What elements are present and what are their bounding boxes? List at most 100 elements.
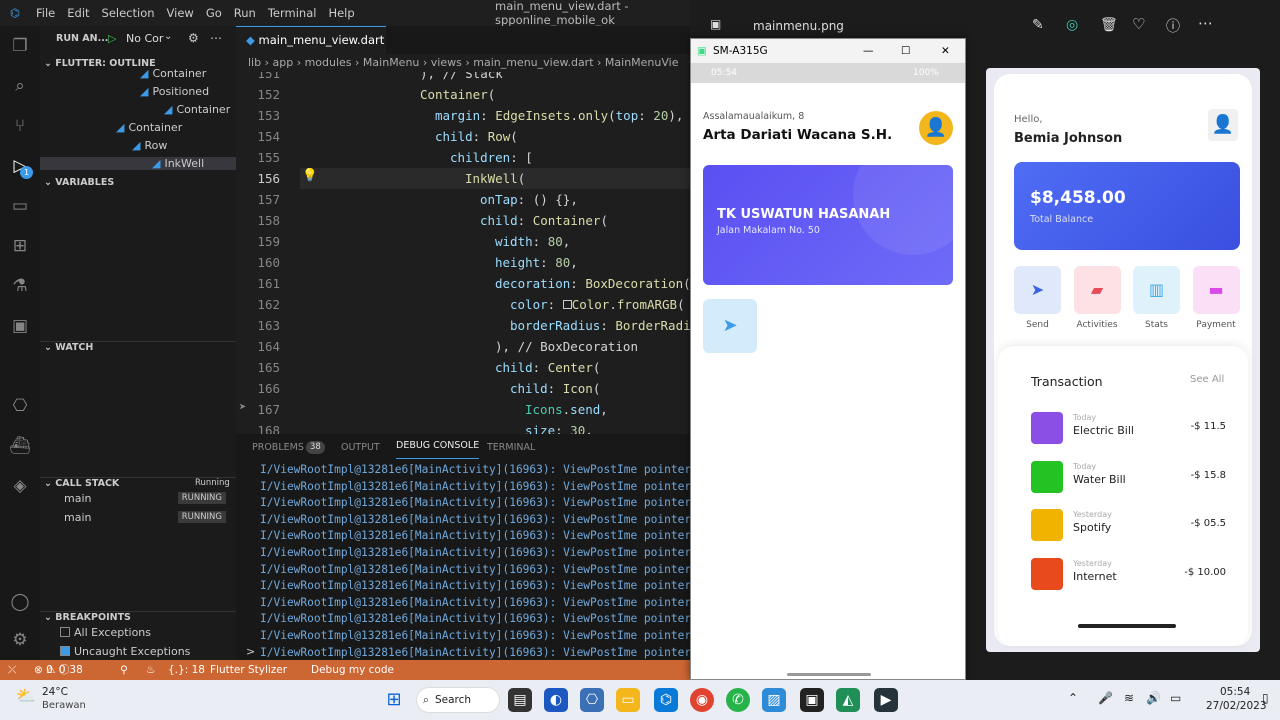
remote-app-icon[interactable]: ⎔ xyxy=(580,688,604,712)
debug-my-code-status[interactable]: Debug my code xyxy=(311,660,394,680)
code-line: child: Icon( xyxy=(510,381,601,396)
android-studio-icon[interactable]: ◭ xyxy=(836,688,860,712)
api-icon[interactable]: ⎔ xyxy=(8,394,32,418)
testing-icon[interactable]: ⚗ xyxy=(8,274,32,298)
task-view-icon[interactable]: ▤ xyxy=(508,688,532,712)
app-school-card[interactable]: TK USWATUN HASANAH Jalan Makalam No. 50 xyxy=(703,165,953,285)
delete-icon[interactable]: 🗑 xyxy=(1100,17,1118,33)
breakpoint-item[interactable]: Uncaught Exceptions xyxy=(60,645,190,658)
enhance-icon[interactable]: ◎ xyxy=(1066,17,1078,33)
menu-item[interactable]: File xyxy=(36,6,55,20)
menu-item[interactable]: Terminal xyxy=(268,6,317,20)
favorite-icon[interactable]: ♡ xyxy=(1132,15,1145,33)
outline-item[interactable]: ◢ InkWell xyxy=(40,157,236,170)
breadcrumb[interactable]: lib › app › modules › MainMenu › views ›… xyxy=(236,54,690,72)
app-avatar[interactable]: 👤 xyxy=(919,111,953,145)
terminal-taskbar-icon[interactable]: ▣ xyxy=(800,688,824,712)
chrome-icon[interactable]: ◉ xyxy=(690,688,714,712)
start-debug-icon[interactable]: ▷ xyxy=(108,32,116,45)
info-icon[interactable]: ⓘ xyxy=(1166,16,1180,36)
explorer-icon[interactable]: ❐ xyxy=(8,34,32,58)
lightbulb-icon[interactable]: 💡 xyxy=(302,167,318,183)
search-icon[interactable]: ⌕ xyxy=(8,74,32,98)
menu-item[interactable]: Selection xyxy=(102,6,155,20)
tab-output[interactable]: OUTPUT xyxy=(341,434,380,462)
outline-item[interactable]: ◢ Row xyxy=(132,139,236,152)
python-icon[interactable]: ◈ xyxy=(8,474,32,498)
more-icon[interactable]: ⋯ xyxy=(210,31,222,45)
weather-icon[interactable]: ⛅ xyxy=(16,686,36,705)
gear-icon[interactable]: ⚙ xyxy=(188,31,199,45)
start-icon[interactable]: ⊞ xyxy=(382,688,406,712)
tab-terminal[interactable]: TERMINAL xyxy=(487,434,535,462)
outline-item[interactable]: ◢ Container xyxy=(164,103,236,116)
breakpoints-header[interactable]: ⌄ BREAKPOINTS xyxy=(40,611,236,623)
breakpoint-checkbox[interactable] xyxy=(60,627,70,637)
battery-icon[interactable]: ▭ xyxy=(1170,691,1181,705)
menu-item[interactable]: View xyxy=(167,6,194,20)
problems-status[interactable]: ⊗ 0 ⚠ 0 ⓘ 38 xyxy=(34,660,83,680)
tab-problems[interactable]: PROBLEMS xyxy=(252,434,304,462)
notification-icon[interactable]: ▯ xyxy=(1262,691,1269,705)
watch-header[interactable]: ⌄ WATCH xyxy=(40,341,236,353)
more-options-icon[interactable]: ⋯ xyxy=(1198,14,1213,32)
debug-status-icon[interactable]: ⚲ xyxy=(120,660,128,680)
menu-item[interactable]: Edit xyxy=(67,6,89,20)
wifi-icon[interactable]: ≋ xyxy=(1124,691,1134,705)
photos-icon[interactable]: ▨ xyxy=(762,688,786,712)
widget-icon: ◢ xyxy=(140,85,149,98)
android-icon: ▣ xyxy=(697,45,707,57)
clock-date[interactable]: 27/02/2023 xyxy=(1206,700,1267,712)
emulator-icon[interactable]: ▶ xyxy=(874,688,898,712)
chevron-down-icon[interactable]: ⌄ xyxy=(164,31,172,42)
outline-item[interactable]: ◢ Container xyxy=(116,121,236,134)
close-icon[interactable]: ✕ xyxy=(941,39,950,63)
tab-main-menu-view[interactable]: ◆ main_menu_view.dart × xyxy=(236,26,386,74)
phone-time: 05:54 xyxy=(711,68,737,78)
breakpoint-checkbox[interactable] xyxy=(60,646,70,656)
breakpoint-item[interactable]: All Exceptions xyxy=(60,626,151,639)
mic-icon[interactable]: 🎤 xyxy=(1098,691,1113,705)
edge-icon[interactable]: ◐ xyxy=(544,688,568,712)
debug-config-select[interactable]: No Cor xyxy=(126,32,163,45)
vscode-taskbar-icon[interactable]: ⌬ xyxy=(654,688,678,712)
console-prompt[interactable]: > xyxy=(246,645,255,658)
taskbar-search[interactable]: ⌕ Search xyxy=(416,687,500,713)
transaction-when: Yesterday xyxy=(1073,510,1112,519)
volume-icon[interactable]: 🔊 xyxy=(1146,691,1161,705)
settings-gear-icon[interactable]: ⚙ xyxy=(8,628,32,652)
minimize-icon[interactable]: — xyxy=(863,39,874,63)
remote-icon[interactable]: ⤫ xyxy=(8,660,16,680)
source-control-icon[interactable]: ⑂ xyxy=(8,114,32,138)
tray-chevron-icon[interactable]: ⌃ xyxy=(1068,691,1078,705)
extensions-icon[interactable]: ⊞ xyxy=(8,234,32,258)
menu-item[interactable]: Run xyxy=(234,6,256,20)
clock-time[interactable]: 05:54 xyxy=(1220,686,1250,698)
variables-header[interactable]: ⌄ VARIABLES xyxy=(40,177,236,188)
account-icon[interactable]: ◯ xyxy=(8,590,32,614)
app-send-button[interactable]: ➤ xyxy=(703,299,757,353)
flutter-stylizer-status[interactable]: Flutter Stylizer xyxy=(210,660,287,680)
transaction-when: Today xyxy=(1073,461,1097,471)
code-editor[interactable]: 151 152 153 154 155 156 157 158 159 160 161 162 163 1… xyxy=(236,72,690,434)
phone-nav-bar[interactable] xyxy=(787,673,871,676)
flame-icon[interactable]: ♨ xyxy=(146,660,155,680)
mockup-phone: Hello, Bemia Johnson 👤 $8,458.00 Total B… xyxy=(994,74,1252,646)
debug-console-output: I/ViewRootImpl@13281e6[MainActivity](169… xyxy=(260,462,705,661)
terminal-icon[interactable]: ▣ xyxy=(8,314,32,338)
outline-item[interactable]: ◢ Positioned xyxy=(140,85,236,98)
menu-item[interactable]: Go xyxy=(206,6,222,20)
tab-debug-console[interactable]: DEBUG CONSOLE xyxy=(396,434,480,459)
edit-icon[interactable]: ✎ xyxy=(1032,17,1044,33)
docker-icon[interactable]: ⛴ xyxy=(8,434,32,458)
line-number: 157 xyxy=(257,192,280,207)
remote-explorer-icon[interactable]: ▭ xyxy=(8,194,32,218)
thread-row[interactable]: main RUNNING xyxy=(64,511,236,524)
lines-status[interactable]: {.}: 18 xyxy=(168,660,205,680)
file-explorer-icon[interactable]: ▭ xyxy=(616,688,640,712)
menu-item[interactable]: Help xyxy=(328,6,354,20)
thread-row[interactable]: main RUNNING xyxy=(64,492,236,505)
outline-item[interactable]: ◢ Container xyxy=(140,67,236,80)
whatsapp-icon[interactable]: ✆ xyxy=(726,688,750,712)
maximize-icon[interactable]: ☐ xyxy=(901,39,910,63)
